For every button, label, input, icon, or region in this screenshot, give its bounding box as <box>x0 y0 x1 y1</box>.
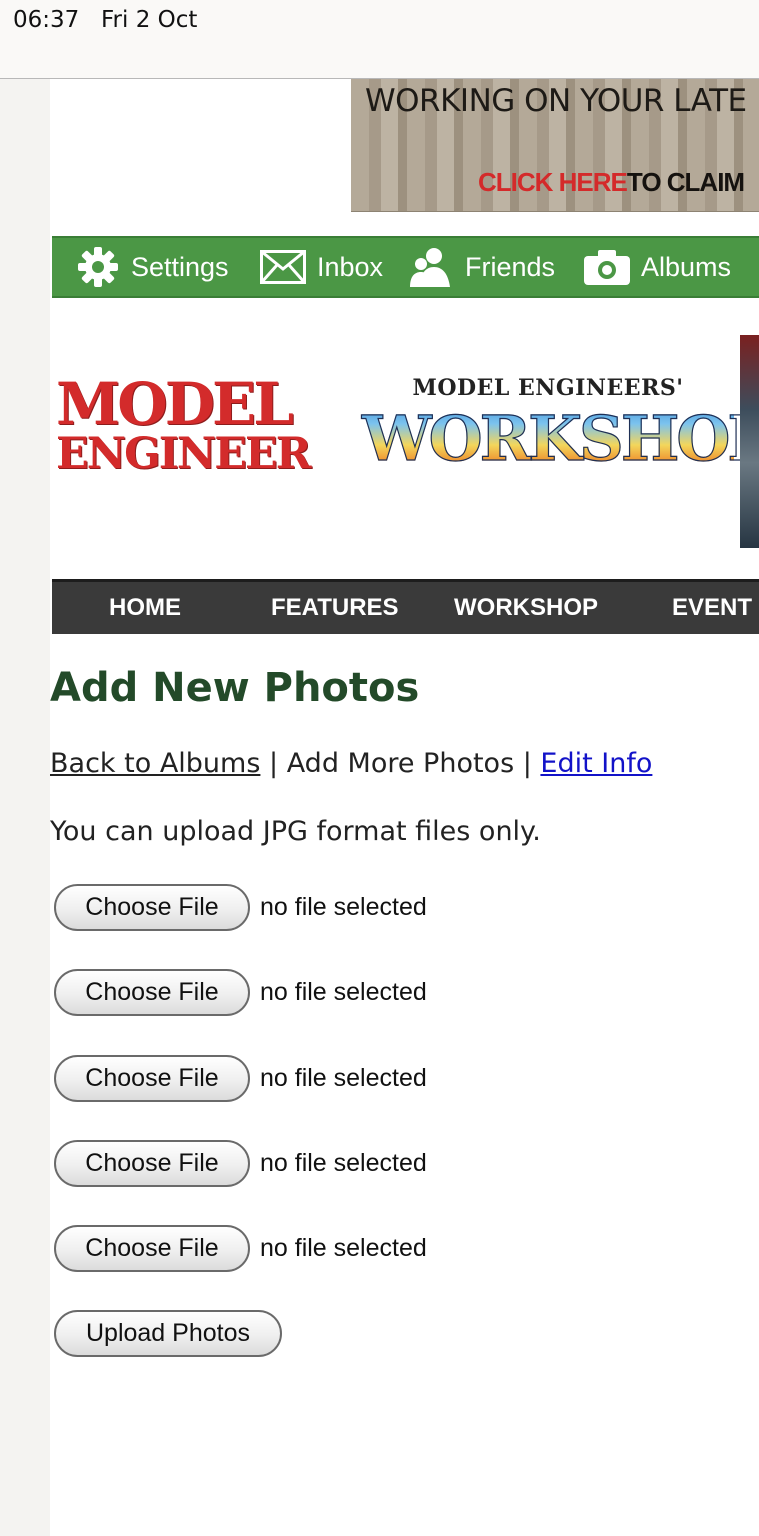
file-input-row: Choose File no file selected <box>54 1139 427 1187</box>
choose-file-button[interactable]: Choose File <box>54 1054 250 1102</box>
file-status: no file selected <box>260 1233 427 1262</box>
user-nav-label: Settings <box>131 251 229 282</box>
ad-banner[interactable]: WORKING ON YOUR LATE CLICK HERETO CLAIM <box>351 79 759 212</box>
user-nav-label: Albums <box>641 251 732 282</box>
main-nav-home[interactable]: HOME <box>109 582 181 634</box>
user-nav-friends[interactable]: Friends <box>410 238 555 296</box>
main-nav-features[interactable]: FEATURES <box>271 582 399 634</box>
page-content: WORKING ON YOUR LATE CLICK HERETO CLAIM … <box>50 79 759 1536</box>
file-status: no file selected <box>260 977 427 1006</box>
file-input-row: Choose File no file selected <box>54 1224 427 1272</box>
main-nav-events[interactable]: EVENT <box>672 582 752 634</box>
model-engineer-line1: MODEL <box>56 370 294 438</box>
file-input-row: Choose File no file selected <box>54 1054 427 1102</box>
status-bar: 06:37 Fri 2 Oct <box>0 0 759 79</box>
ad-cta-dark: TO CLAIM <box>626 167 745 197</box>
status-date: Fri 2 Oct <box>101 7 198 33</box>
status-time: 06:37 <box>13 7 80 33</box>
file-input-row: Choose File no file selected <box>54 968 427 1016</box>
file-status: no file selected <box>260 892 427 921</box>
gear-icon <box>78 247 118 287</box>
choose-file-button[interactable]: Choose File <box>54 883 250 931</box>
link-separator: | <box>260 748 287 779</box>
model-engineer-line2: ENGINEER <box>56 429 312 479</box>
edit-info-link[interactable]: Edit Info <box>540 748 652 779</box>
ad-headline: WORKING ON YOUR LATE <box>365 83 747 119</box>
main-nav-workshop[interactable]: WORKSHOP <box>454 582 598 634</box>
upload-note: You can upload JPG format files only. <box>50 816 541 847</box>
choose-file-button[interactable]: Choose File <box>54 1224 250 1272</box>
page-title: Add New Photos <box>50 665 420 711</box>
camera-icon <box>584 250 630 285</box>
file-input-row: Choose File no file selected <box>54 883 427 931</box>
choose-file-button[interactable]: Choose File <box>54 968 250 1016</box>
model-engineer-logo[interactable]: MODEL ENGINEER <box>56 375 356 476</box>
user-nav-settings[interactable]: Settings <box>76 238 229 296</box>
envelope-icon <box>260 250 306 284</box>
workshop-logo-main: WORKSHOP <box>361 401 759 475</box>
workshop-logo[interactable]: MODEL ENGINEERS' WORKSHOP <box>361 375 759 483</box>
user-nav: Settings Inbox Friends Albums <box>52 236 759 298</box>
link-separator: | <box>514 748 541 779</box>
album-links: Back to Albums | Add More Photos | Edit … <box>50 748 652 779</box>
back-to-albums-link[interactable]: Back to Albums <box>50 748 260 779</box>
choose-file-button[interactable]: Choose File <box>54 1139 250 1187</box>
ad-cta-red: CLICK HERE <box>478 167 628 197</box>
workshop-logo-top: MODEL ENGINEERS' <box>412 375 684 401</box>
upload-photos-button[interactable]: Upload Photos <box>54 1310 282 1357</box>
friends-icon <box>410 248 450 287</box>
add-more-photos-text: Add More Photos <box>286 748 515 779</box>
file-status: no file selected <box>260 1148 427 1177</box>
user-nav-label: Inbox <box>317 251 384 282</box>
user-nav-label: Friends <box>465 251 556 282</box>
file-status: no file selected <box>260 1063 427 1092</box>
user-nav-albums[interactable]: Albums <box>584 238 731 296</box>
logo-area: MODEL ENGINEER MODEL ENGINEERS' WORKSHOP <box>50 299 759 577</box>
user-nav-inbox[interactable]: Inbox <box>260 238 383 296</box>
magazine-cover-image[interactable] <box>740 335 759 548</box>
ad-cta: CLICK HERETO CLAIM <box>478 167 745 198</box>
main-nav: HOME FEATURES WORKSHOP EVENT <box>52 579 759 634</box>
